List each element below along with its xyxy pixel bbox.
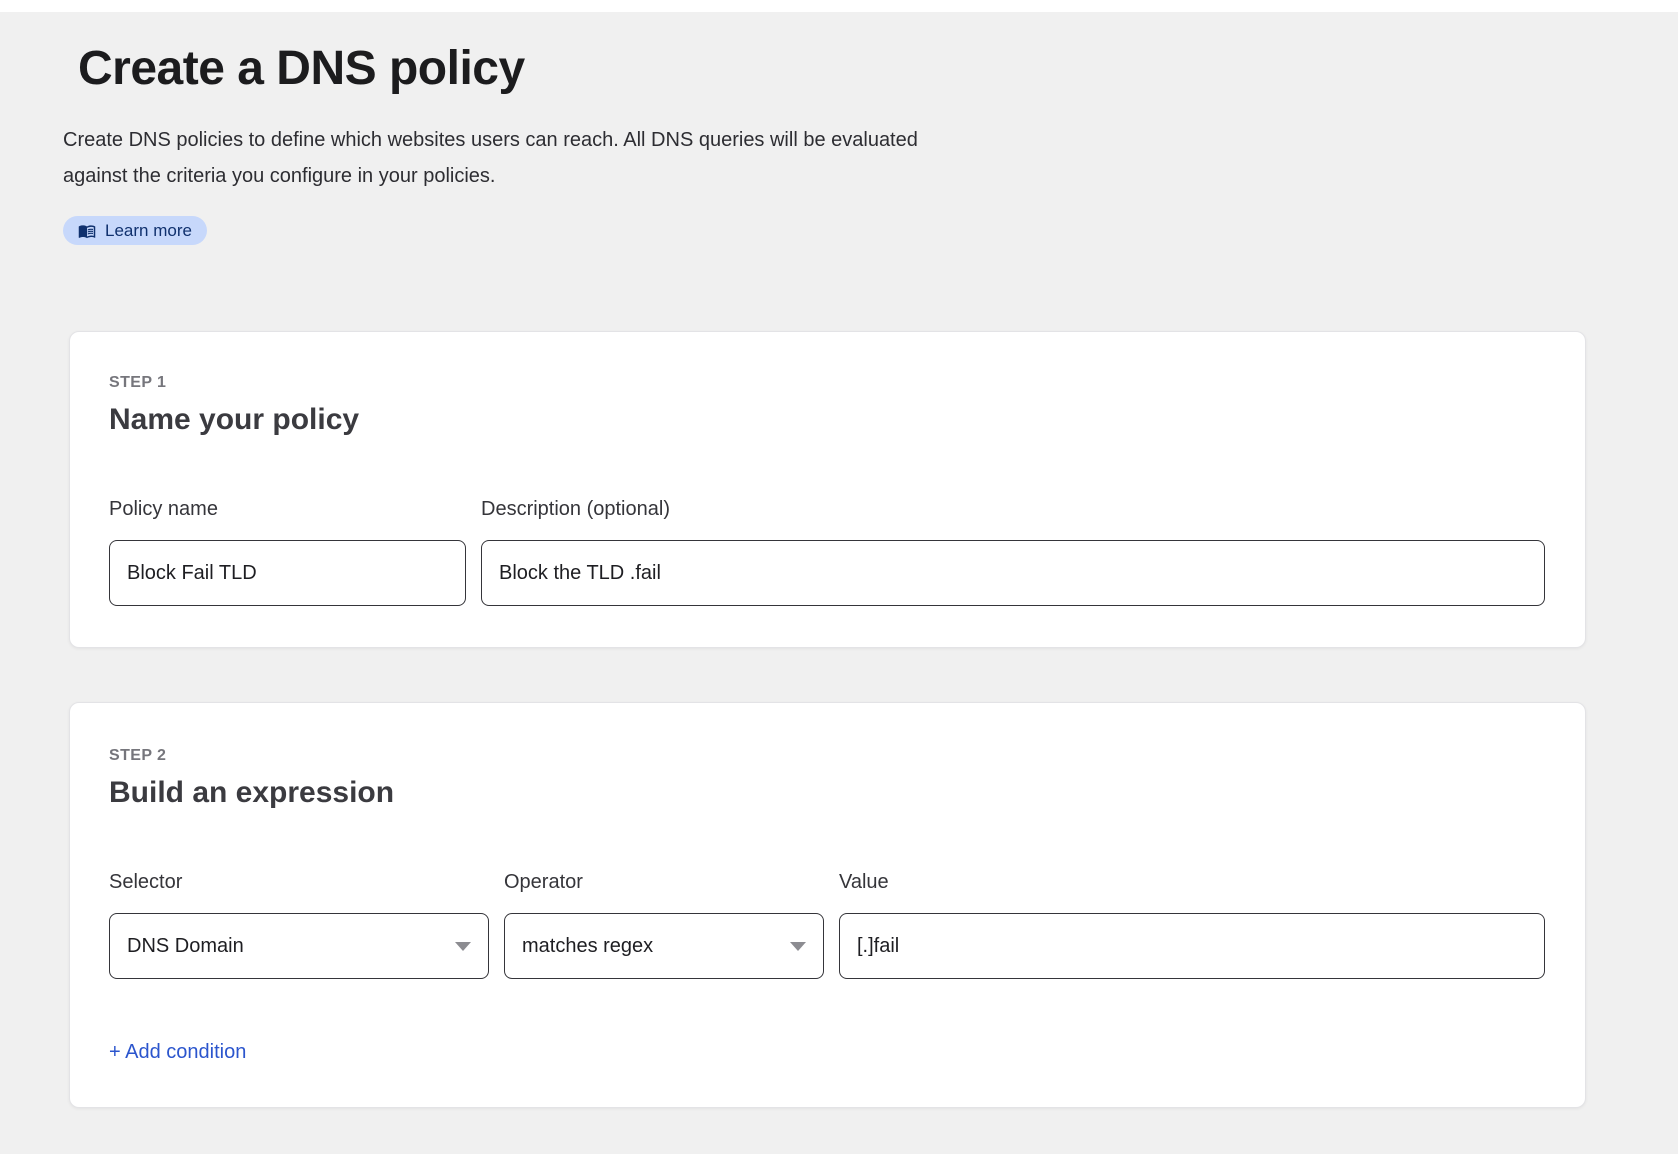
operator-field-group: Operator matches regex [504,871,824,979]
book-icon [78,222,96,240]
step2-card: STEP 2 Build an expression Selector DNS … [69,702,1586,1108]
page-background: Create a DNS policy Create DNS policies … [0,0,1678,1154]
step1-heading: Name your policy [109,401,1545,438]
step1-card: STEP 1 Name your policy Policy name Desc… [69,331,1586,648]
policy-name-label: Policy name [109,498,466,521]
operator-label: Operator [504,871,824,894]
description-input[interactable] [481,540,1545,606]
step2-heading: Build an expression [109,774,1545,811]
step1-label: STEP 1 [109,374,1545,391]
step1-fields-row: Policy name Description (optional) [109,498,1545,606]
learn-more-label: Learn more [105,221,192,241]
add-condition-link[interactable]: + Add condition [109,1041,246,1064]
top-strip [0,0,1678,12]
page-header: Create a DNS policy Create DNS policies … [63,42,1063,245]
policy-name-input[interactable] [109,540,466,606]
step2-label: STEP 2 [109,747,1545,764]
operator-dropdown[interactable]: matches regex [504,913,824,979]
value-input[interactable] [839,913,1545,979]
description-field-group: Description (optional) [481,498,1545,606]
page-title: Create a DNS policy [78,42,1063,96]
selector-label: Selector [109,871,489,894]
chevron-down-icon [790,942,806,951]
selector-field-group: Selector DNS Domain [109,871,489,979]
step2-fields-row: Selector DNS Domain Operator matches reg… [109,871,1545,979]
learn-more-button[interactable]: Learn more [63,216,207,245]
chevron-down-icon [455,942,471,951]
value-label: Value [839,871,1545,894]
page-description: Create DNS policies to define which webs… [63,122,973,194]
operator-dropdown-value: matches regex [522,935,653,958]
description-label: Description (optional) [481,498,1545,521]
policy-name-field-group: Policy name [109,498,466,606]
selector-dropdown-value: DNS Domain [127,935,244,958]
selector-dropdown[interactable]: DNS Domain [109,913,489,979]
value-field-group: Value [839,871,1545,979]
